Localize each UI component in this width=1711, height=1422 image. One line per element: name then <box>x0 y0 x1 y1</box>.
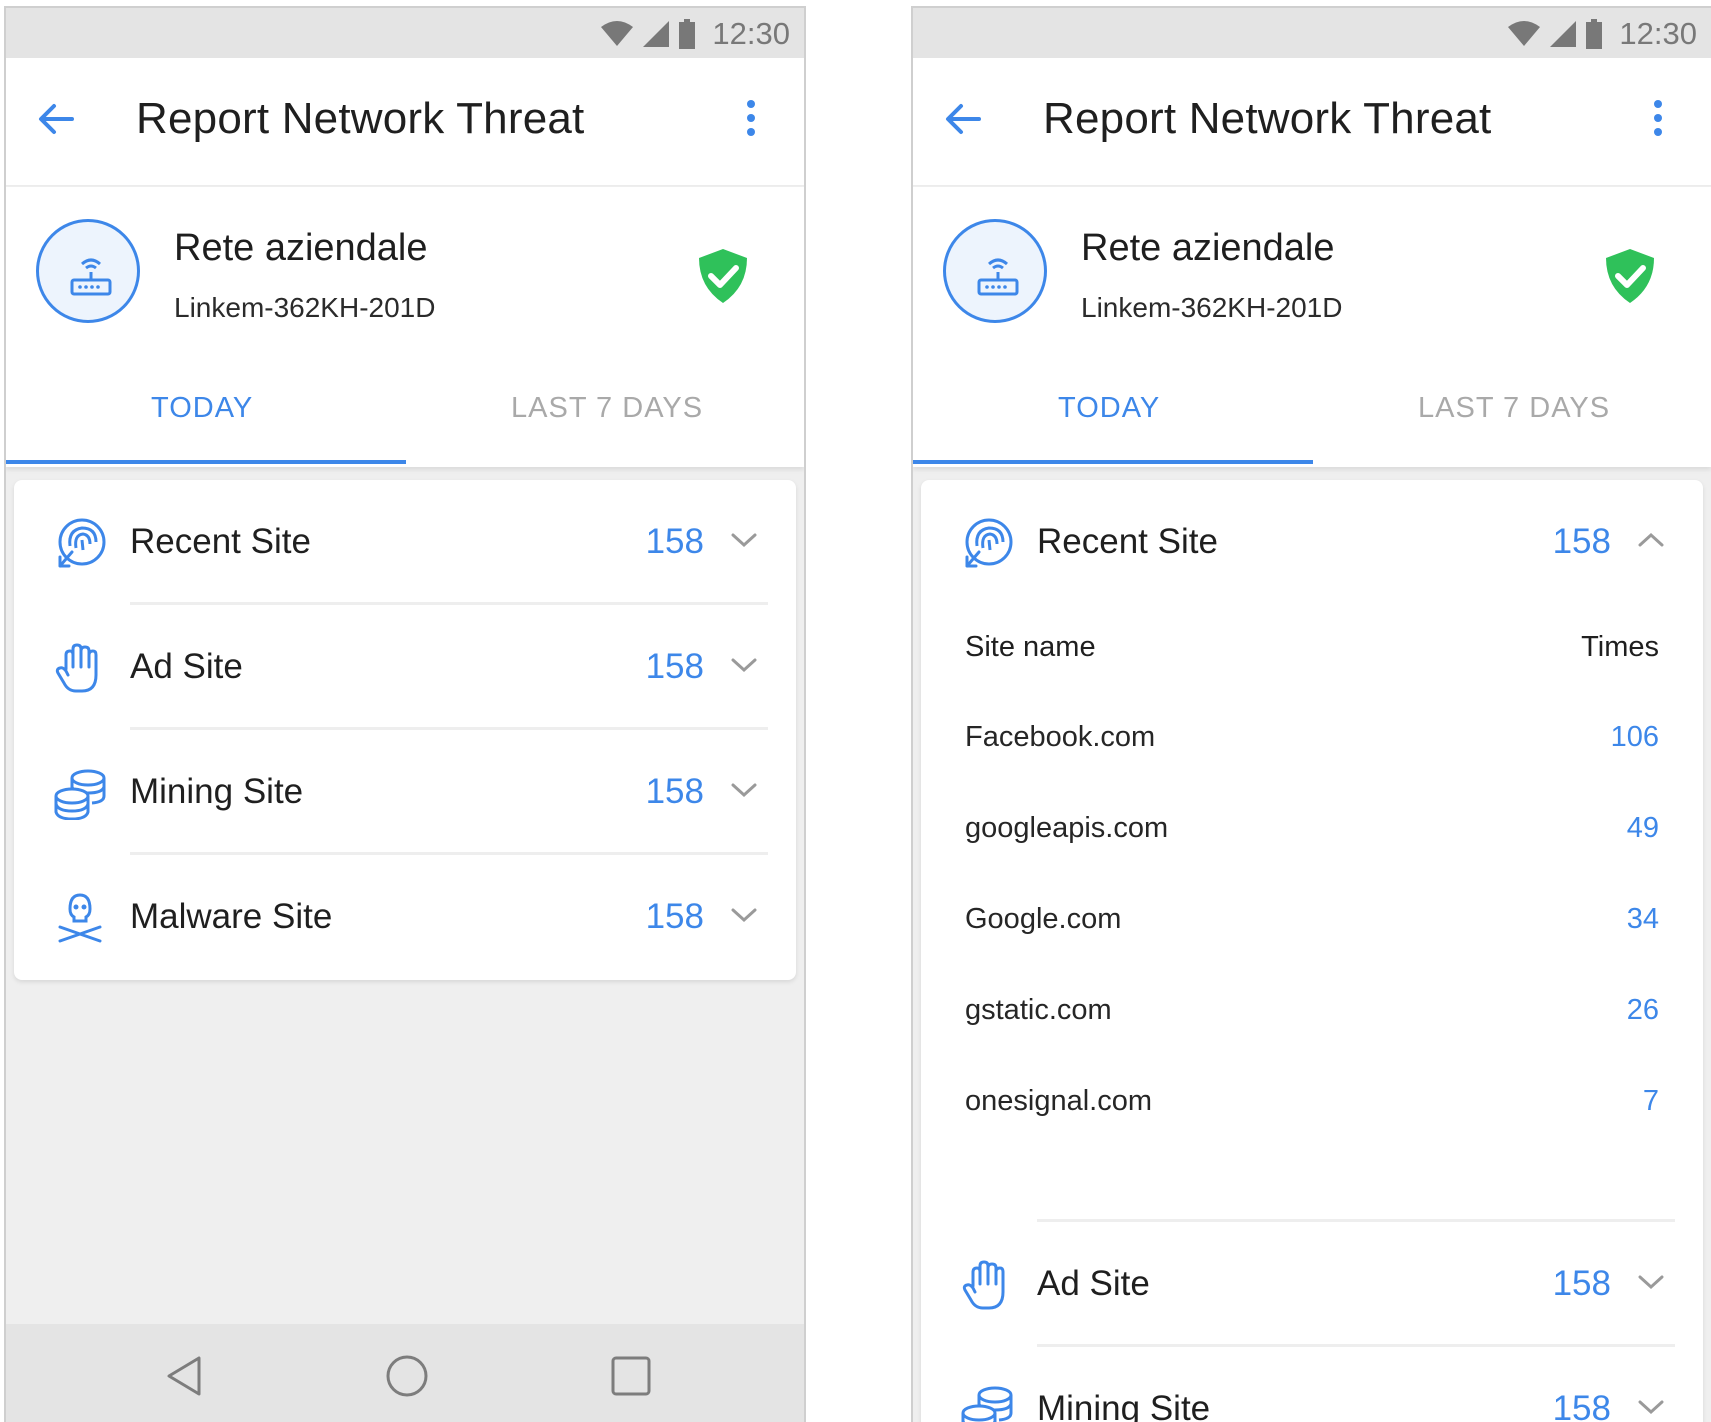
table-row: Facebook.com 106 <box>921 697 1703 788</box>
category-row-ad[interactable]: Ad Site 158 <box>14 605 796 730</box>
chevron-up-icon[interactable] <box>1637 530 1665 550</box>
signal-icon <box>643 21 670 47</box>
router-avatar <box>943 219 1047 323</box>
recents-square-icon[interactable] <box>607 1352 655 1400</box>
coins-icon <box>961 1386 1013 1422</box>
site-name: gstatic.com <box>965 994 1112 1026</box>
category-count: 158 <box>1552 1264 1611 1303</box>
chevron-down-icon[interactable] <box>1637 1272 1665 1292</box>
column-header-site: Site name <box>965 631 1096 663</box>
shield-check-icon <box>699 249 747 303</box>
category-count: 158 <box>645 772 704 811</box>
network-card: Rete aziendale Linkem-362KH-201D TODAY L… <box>6 187 804 467</box>
network-ssid: Linkem-362KH-201D <box>1081 292 1343 323</box>
fingerprint-icon <box>58 518 106 568</box>
chevron-down-icon[interactable] <box>730 780 758 800</box>
battery-icon <box>679 19 696 49</box>
site-name: googleapis.com <box>965 812 1169 844</box>
network-name: Rete aziendale <box>1081 227 1335 269</box>
system-nav-bar <box>6 1324 804 1422</box>
tab-indicator <box>6 460 406 464</box>
arrow-left-icon[interactable] <box>939 94 989 144</box>
category-row-mining[interactable]: Mining Site 158 <box>921 1347 1703 1422</box>
status-time: 12:30 <box>712 16 790 51</box>
status-time: 12:30 <box>1619 16 1697 51</box>
more-vert-icon[interactable] <box>736 96 766 146</box>
network-name: Rete aziendale <box>174 227 428 269</box>
page-title: Report Network Threat <box>1043 94 1492 143</box>
chevron-down-icon[interactable] <box>730 655 758 675</box>
tab-indicator <box>913 460 1313 464</box>
category-label: Mining Site <box>130 772 304 811</box>
category-list: Recent Site 158 Site name Times Facebook… <box>921 480 1703 1422</box>
router-icon <box>70 258 112 296</box>
more-vert-icon[interactable] <box>1643 96 1673 146</box>
category-row-mining[interactable]: Mining Site 158 <box>14 730 796 855</box>
category-label: Recent Site <box>1037 522 1218 561</box>
shield-check-icon <box>1606 249 1654 303</box>
status-bar: 12:30 <box>913 8 1711 58</box>
site-times: 7 <box>1642 1085 1659 1117</box>
network-card: Rete aziendale Linkem-362KH-201D TODAY L… <box>913 187 1711 467</box>
site-times: 106 <box>1610 721 1659 753</box>
category-count: 158 <box>645 522 704 561</box>
chevron-down-icon[interactable] <box>730 530 758 550</box>
tab-today[interactable]: TODAY <box>1058 392 1160 425</box>
app-bar: Report Network Threat <box>6 58 804 186</box>
category-label: Malware Site <box>130 897 333 936</box>
site-name: Google.com <box>965 903 1122 935</box>
wifi-icon <box>1508 21 1541 46</box>
phone-screen-expanded: 12:30 Report Network Threat Rete azienda… <box>911 6 1711 1422</box>
category-list: Recent Site 158 Ad Site 158 Mining Site … <box>14 480 796 980</box>
category-label: Ad Site <box>130 647 243 686</box>
site-times: 34 <box>1626 903 1659 935</box>
page-title: Report Network Threat <box>136 94 585 143</box>
battery-icon <box>1586 19 1603 49</box>
table-footer-spacer <box>921 1152 1703 1222</box>
network-ssid: Linkem-362KH-201D <box>174 292 436 323</box>
router-icon <box>977 258 1019 296</box>
category-row-recent[interactable]: Recent Site 158 <box>14 480 796 605</box>
arrow-left-icon[interactable] <box>32 94 82 144</box>
site-table-header: Site name Times <box>921 605 1703 697</box>
status-bar: 12:30 <box>6 8 804 58</box>
table-row: gstatic.com 26 <box>921 970 1703 1061</box>
table-row: Google.com 34 <box>921 879 1703 970</box>
router-avatar <box>36 219 140 323</box>
fingerprint-icon <box>965 518 1013 568</box>
category-count: 158 <box>1552 1389 1611 1422</box>
category-row-ad[interactable]: Ad Site 158 <box>921 1222 1703 1347</box>
wifi-icon <box>601 21 634 46</box>
category-label: Recent Site <box>130 522 311 561</box>
site-name: Facebook.com <box>965 721 1156 753</box>
back-triangle-icon[interactable] <box>161 1352 209 1400</box>
tab-today[interactable]: TODAY <box>151 392 253 425</box>
category-label: Ad Site <box>1037 1264 1150 1303</box>
phone-screen-collapsed: 12:30 Report Network Threat Rete azienda… <box>4 6 806 1422</box>
category-row-malware[interactable]: Malware Site 158 <box>14 855 796 980</box>
site-times: 26 <box>1626 994 1659 1026</box>
app-bar: Report Network Threat <box>913 58 1711 186</box>
table-row: googleapis.com 49 <box>921 788 1703 879</box>
signal-icon <box>1550 21 1577 47</box>
category-row-recent[interactable]: Recent Site 158 <box>921 480 1703 605</box>
home-circle-icon[interactable] <box>383 1352 431 1400</box>
tab-last-7-days[interactable]: LAST 7 DAYS <box>511 392 703 425</box>
category-count: 158 <box>1552 522 1611 561</box>
chevron-down-icon[interactable] <box>1637 1397 1665 1417</box>
site-name: onesignal.com <box>965 1085 1152 1117</box>
coins-icon <box>54 769 106 820</box>
hand-icon <box>55 643 98 693</box>
category-count: 158 <box>645 897 704 936</box>
skull-crossbones-icon <box>58 893 102 943</box>
chevron-down-icon[interactable] <box>730 905 758 925</box>
tab-last-7-days[interactable]: LAST 7 DAYS <box>1418 392 1610 425</box>
column-header-times: Times <box>1581 631 1659 663</box>
site-times: 49 <box>1626 812 1659 844</box>
category-label: Mining Site <box>1037 1389 1211 1422</box>
hand-icon <box>962 1260 1005 1310</box>
table-row: onesignal.com 7 <box>921 1061 1703 1152</box>
category-count: 158 <box>645 647 704 686</box>
